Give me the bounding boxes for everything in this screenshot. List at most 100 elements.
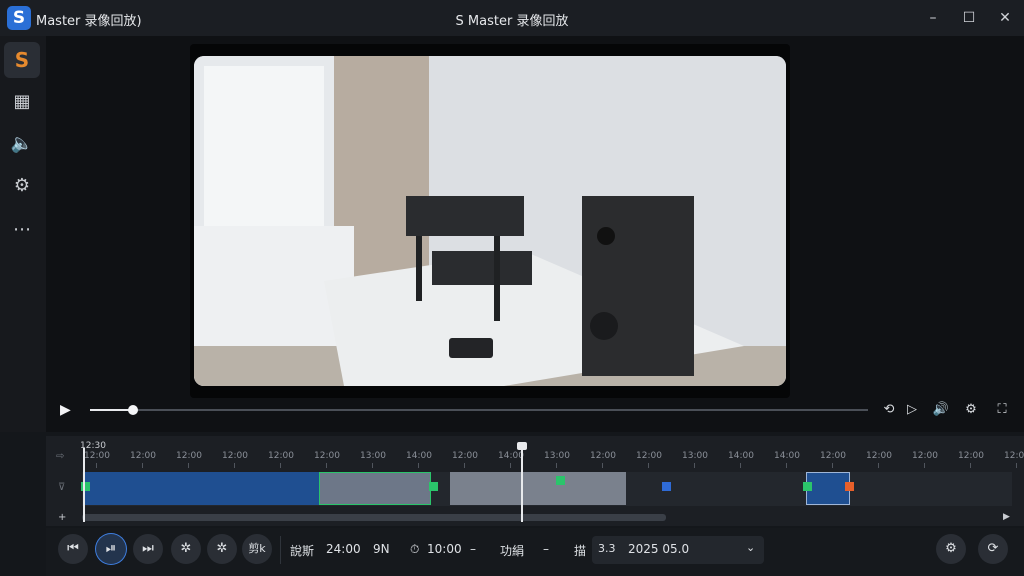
clip-thumbnail[interactable]	[319, 472, 431, 505]
dashboard-icon: ▦	[13, 91, 31, 112]
window-title: S Master 录像回放	[455, 14, 569, 29]
ruler-tick	[464, 463, 465, 468]
speed-down-button[interactable]: ✲	[171, 534, 201, 564]
ruler-tick	[740, 463, 741, 468]
speed-suffix: 9N	[373, 542, 390, 556]
play-pause-button[interactable]: ⏯	[96, 534, 126, 564]
ruler-tick-label: 14:00	[728, 451, 754, 461]
ruler-tick	[786, 463, 787, 468]
ruler-tick-label: 13:00	[360, 451, 386, 461]
speed-value[interactable]: 24:00	[326, 542, 361, 556]
scroll-right-icon[interactable]: ▶	[1003, 512, 1010, 522]
ruler-tick-label: 12:00	[958, 451, 984, 461]
ruler-tick	[234, 463, 235, 468]
more-icon: ⋯	[13, 219, 31, 240]
speed-label: 說斯	[290, 544, 315, 558]
ruler-tick	[372, 463, 373, 468]
sidebar-item-more[interactable]: ⋯	[4, 212, 40, 248]
speed-up-button[interactable]: ✲	[207, 534, 237, 564]
ruler-tick	[1016, 463, 1017, 468]
recording-segment[interactable]	[84, 472, 320, 505]
ruler-tick-label: 12:00	[268, 451, 294, 461]
settings-button[interactable]: ⚙	[936, 534, 966, 564]
ruler-tick-label: 12:00	[452, 451, 478, 461]
next-button[interactable]: ⏭	[133, 534, 163, 564]
ruler-tick	[280, 463, 281, 468]
progress-bar[interactable]	[90, 405, 868, 415]
s-logo-icon: S	[14, 48, 30, 72]
chevron-down-icon[interactable]: ⌄	[746, 541, 755, 554]
ruler-tick	[602, 463, 603, 468]
video-image	[194, 56, 786, 386]
marker-green[interactable]	[556, 476, 565, 485]
ruler-tick	[326, 463, 327, 468]
ruler-tick-label: 13:00	[682, 451, 708, 461]
date-value: 2025 05.0	[628, 542, 690, 556]
marker-green[interactable]	[803, 482, 812, 491]
add-icon[interactable]: +	[58, 512, 66, 523]
ruler-tick	[924, 463, 925, 468]
ruler-tick	[556, 463, 557, 468]
marker-blue[interactable]	[662, 482, 671, 491]
filter-icon[interactable]: ⊽	[58, 482, 65, 493]
minimize-button[interactable]: –	[922, 8, 944, 28]
sidebar-item-audio[interactable]: 🔈	[4, 126, 40, 162]
ruler-tick-label: 12:00	[130, 451, 156, 461]
close-button[interactable]: ✕	[994, 8, 1016, 28]
marker-orange[interactable]	[845, 482, 854, 491]
previous-button[interactable]: ⏮	[58, 534, 88, 564]
ruler-tick-label: 12:00	[176, 451, 202, 461]
clock-icon: ⏱	[410, 542, 420, 556]
ruler-tick	[694, 463, 695, 468]
ruler-tick-label: 12:00	[222, 451, 248, 461]
sidebar-item-settings[interactable]: ⚙	[4, 168, 40, 204]
selected-segment[interactable]	[806, 472, 850, 505]
ruler-tick	[96, 463, 97, 468]
playhead[interactable]	[521, 444, 523, 522]
ruler-tick	[970, 463, 971, 468]
fullscreen-icon[interactable]: ⛶	[993, 402, 1011, 418]
ruler-tick	[878, 463, 879, 468]
progress-knob[interactable]	[127, 405, 138, 415]
dash-separator: –	[470, 542, 476, 556]
date-label: 描	[574, 544, 587, 558]
clip-thumbnail[interactable]	[450, 472, 626, 505]
ruler-tick-label: 12:00	[84, 451, 110, 461]
ruler-tick	[418, 463, 419, 468]
audio-icon: 🔈	[10, 133, 34, 154]
ruler-tick-label: 14:00	[406, 451, 432, 461]
rewind-icon[interactable]: ⟲	[880, 402, 898, 418]
ruler-tick-label: 12:00	[314, 451, 340, 461]
clip-button[interactable]: 剪k	[242, 534, 272, 564]
ruler-tick	[142, 463, 143, 468]
sidebar-item-home[interactable]: S	[4, 42, 40, 78]
ruler-tick-label: 12:00	[866, 451, 892, 461]
gear-icon: ⚙	[13, 175, 31, 196]
ruler-tick	[188, 463, 189, 468]
divider	[280, 536, 281, 564]
ruler-tick-label: 12:00	[590, 451, 616, 461]
dash-separator: –	[543, 542, 549, 556]
zoom-icon[interactable]: ⇨	[56, 451, 64, 462]
marker-green[interactable]	[429, 482, 438, 491]
mode-label: 功絹	[500, 544, 525, 558]
time-value[interactable]: 10:00	[427, 542, 462, 556]
refresh-button[interactable]: ⟳	[978, 534, 1008, 564]
settings-icon[interactable]: ⚙	[962, 402, 980, 418]
sidebar-item-dashboard[interactable]: ▦	[4, 84, 40, 120]
volume-icon[interactable]: 🔊	[932, 402, 950, 418]
ruler-tick-label: 12:00	[1004, 451, 1024, 461]
ruler-tick-label: 13:00	[544, 451, 570, 461]
timeline-scrollbar[interactable]	[82, 514, 666, 521]
range-start-line[interactable]	[83, 448, 85, 522]
ruler-tick	[510, 463, 511, 468]
date-prefix: 3.3	[598, 542, 616, 555]
play-button[interactable]: ▶	[60, 402, 76, 418]
maximize-button[interactable]: ☐	[958, 8, 980, 28]
ruler-tick	[832, 463, 833, 468]
ruler-tick-label: 12:00	[912, 451, 938, 461]
ruler-tick-label: 14:00	[774, 451, 800, 461]
title-bar: S Master 录像回放) S Master 录像回放 – ☐ ✕	[0, 0, 1024, 36]
ruler-tick-label: 12:00	[820, 451, 846, 461]
flag-icon[interactable]: ▷	[903, 402, 921, 418]
